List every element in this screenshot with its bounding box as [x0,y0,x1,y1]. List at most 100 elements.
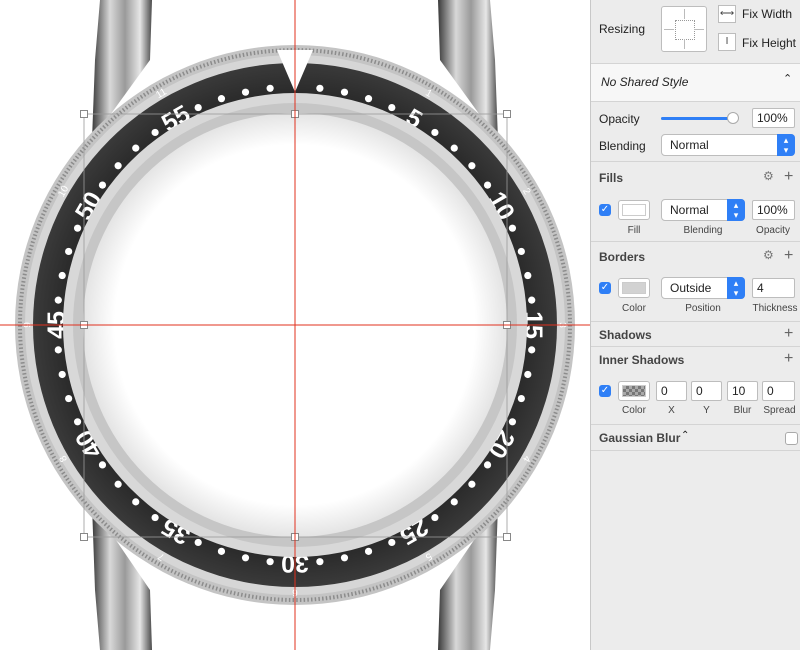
fix-width-icon[interactable]: ⟷ [718,5,736,23]
inner-shadow-color-col-label: Color [622,405,646,416]
fix-height-label: Fix Height [742,36,797,50]
shared-style-select[interactable]: No Shared Style [601,75,688,89]
inner-shadow-color-swatch[interactable] [618,381,650,401]
fill-enabled-checkbox[interactable]: ✓ [599,204,611,216]
resizing-control[interactable] [661,6,707,52]
bezel-dot [450,498,458,506]
selection-handle[interactable] [80,110,88,118]
bezel-dot [65,394,73,403]
add-inner-shadow-icon[interactable]: + [784,351,793,367]
fix-height-icon[interactable]: I [718,33,736,51]
chevron-updown-icon[interactable]: ⌃ [681,430,689,441]
bezel-dot [340,554,349,562]
resizing-label: Resizing [599,22,646,36]
bezel-dot [241,554,250,562]
border-enabled-checkbox[interactable]: ✓ [599,282,611,294]
bezel-dot [431,128,439,137]
blending-value: Normal [670,138,709,152]
inner-shadow-spread-col-label: Spread [763,405,796,416]
watch-artwork[interactable]: 5110215320425530635740845950105511 [0,0,590,650]
bezel-dot [132,144,140,152]
bezel-dot [58,271,66,280]
bezel-dot [151,128,159,137]
borders-title: Borders [599,250,646,264]
bezel-dot [431,513,439,522]
fill-col-label: Fill [627,225,641,236]
bezel-dot [340,88,349,96]
shared-style-section[interactable]: No Shared Style ⌃ [591,64,800,102]
stepper-icon: ▴ ▾ [727,199,745,221]
gaussian-blur-title[interactable]: Gaussian Blur [599,431,680,445]
bezel-dot [364,547,373,555]
bezel-dot [528,346,536,354]
fill-blending-value: Normal [670,203,709,217]
selection-handle[interactable] [503,533,511,541]
resizing-section: Resizing ⟷ Fix Width I Fix Height [591,0,800,64]
inner-shadow-blur-col-label: Blur [733,405,752,416]
opacity-slider[interactable] [661,112,739,124]
bezel-dot [241,88,250,96]
opacity-slider-knob[interactable] [727,112,739,124]
borders-section: Borders ⚙ + ✓ Outside ▴ ▾ 4 Color Positio… [591,242,800,322]
bezel-dot [508,418,517,426]
bezel-dot [483,181,492,189]
selection-handle[interactable] [503,110,511,118]
blending-label: Blending [599,139,646,153]
bezel-dot [450,144,458,152]
opacity-label: Opacity [599,112,640,126]
bezel-dot [114,480,122,488]
gear-icon[interactable]: ⚙ [763,169,774,183]
inner-shadow-blur-input[interactable]: 10 [727,381,758,401]
gear-icon[interactable]: ⚙ [763,248,774,262]
bezel-dot [468,162,476,170]
add-border-icon[interactable]: + [784,248,793,264]
fix-width-label: Fix Width [742,7,793,21]
bezel-dot [54,296,62,304]
border-position-select[interactable]: Outside ▴ ▾ [661,277,745,299]
border-thickness-input[interactable]: 4 [752,278,795,298]
inner-shadow-enabled-checkbox[interactable]: ✓ [599,385,611,397]
bezel-dot [517,247,525,256]
bezel-dot [217,547,226,555]
inspector-panel: Resizing ⟷ Fix Width I Fix Height No Sha… [590,0,800,650]
inner-shadow-y-input[interactable]: 0 [691,381,722,401]
bezel-dot [114,162,122,170]
border-thickness-col-label: Thickness [752,303,798,314]
add-fill-icon[interactable]: + [784,169,793,185]
border-position-value: Outside [670,281,712,295]
blending-select[interactable]: Normal ▴ ▾ [661,134,795,156]
fill-opacity-input[interactable]: 100% [752,200,795,220]
fill-blending-select[interactable]: Normal ▴ ▾ [661,199,745,221]
inner-shadow-x-col-label: X [668,405,675,416]
bezel-dot [54,346,62,354]
bezel-dot [364,95,373,103]
fill-blending-col-label: Blending [683,225,723,236]
design-canvas[interactable]: 5110215320425530635740845950105511 [0,0,590,650]
selection-handle[interactable] [80,533,88,541]
bezel-dot [468,480,476,488]
bezel-dot [132,498,140,506]
fill-color-swatch[interactable] [618,200,650,220]
gaussian-blur-checkbox[interactable] [785,432,798,445]
bezel-dot [517,394,525,403]
bezel-dot [266,558,274,566]
bezel-dot [98,181,107,189]
bezel-dot [151,513,159,522]
bezel-dot [194,103,202,112]
bezel-dot [316,558,324,566]
gaussian-blur-section[interactable]: Gaussian Blur ⌃ [591,425,800,451]
bezel-dot [217,95,226,103]
bezel-dot [65,247,73,256]
add-shadow-icon[interactable]: + [784,326,793,342]
inner-shadow-x-input[interactable]: 0 [656,381,687,401]
border-color-col-label: Color [622,303,646,314]
bezel-dot [388,103,396,112]
bezel-dot [73,418,82,426]
inner-shadow-spread-input[interactable]: 0 [762,381,795,401]
shadows-title: Shadows [599,328,652,342]
border-color-swatch[interactable] [618,278,650,298]
chevron-updown-icon[interactable]: ⌃ [783,72,792,85]
opacity-input[interactable]: 100% [752,108,795,128]
inner-shadows-section: Inner Shadows + ✓ 0 0 10 0 Color X Y Blu… [591,347,800,425]
fills-section: Fills ⚙ + ✓ Normal ▴ ▾ 100% Fill Blending… [591,162,800,242]
